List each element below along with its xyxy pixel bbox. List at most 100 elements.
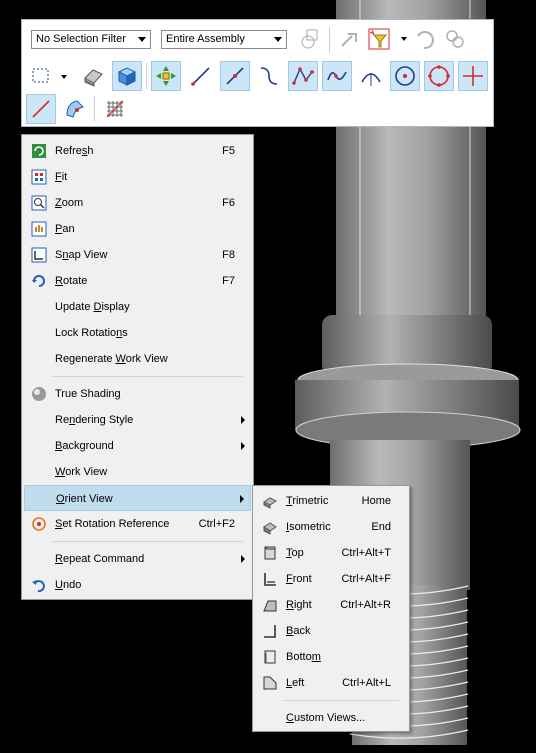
menu-item-snap-view[interactable]: Snap View F8 bbox=[24, 242, 251, 268]
menu-item-shortcut: Ctrl+Alt+L bbox=[342, 677, 391, 689]
circle-center-button[interactable] bbox=[390, 61, 420, 91]
tangent-line-button[interactable] bbox=[26, 94, 56, 124]
move-point-icon bbox=[156, 66, 176, 86]
chevron-down-icon[interactable] bbox=[61, 75, 67, 79]
spline-button[interactable] bbox=[322, 61, 352, 91]
menu-item-trimetric[interactable]: Trimetric Home bbox=[255, 488, 407, 514]
spline-points-icon bbox=[292, 67, 314, 85]
menu-item-front[interactable]: Front Ctrl+Alt+F bbox=[255, 566, 407, 592]
menu-item-label: Front bbox=[286, 573, 312, 585]
line-segment-icon bbox=[226, 67, 244, 85]
menu-item-label: Pan bbox=[55, 223, 75, 235]
circle-points-button[interactable] bbox=[424, 61, 454, 91]
menu-item-label: Isometric bbox=[286, 521, 331, 533]
menu-item-set-rotation-reference[interactable]: Set Rotation Reference Ctrl+F2 bbox=[24, 511, 251, 537]
cursor-snap-icon[interactable] bbox=[336, 26, 362, 52]
undo-icon bbox=[32, 580, 45, 593]
menu-item-pan[interactable]: Pan bbox=[24, 216, 251, 242]
selection-filter-dropdown[interactable]: No Selection Filter bbox=[31, 30, 151, 49]
grid-snap-button[interactable] bbox=[100, 94, 130, 124]
bottom-view-icon bbox=[264, 650, 276, 664]
menu-item-update-display[interactable]: Update Display bbox=[24, 294, 251, 320]
menu-item-label: Repeat Command bbox=[55, 553, 145, 565]
face-point-button[interactable] bbox=[60, 94, 90, 124]
menu-separator bbox=[52, 376, 243, 377]
select-bodies-icon[interactable] bbox=[297, 26, 323, 52]
scope-filter-dropdown[interactable]: Entire Assembly bbox=[161, 30, 287, 49]
menu-item-regenerate-work-view[interactable]: Regenerate Work View bbox=[24, 346, 251, 372]
fit-icon bbox=[31, 169, 47, 185]
menu-item-refresh[interactable]: Refresh F5 bbox=[24, 138, 251, 164]
menu-item-label: Top bbox=[286, 547, 304, 559]
menu-item-label: Rotate bbox=[55, 275, 88, 287]
menu-item-background[interactable]: Background bbox=[24, 433, 251, 459]
menu-item-shortcut: Ctrl+Alt+F bbox=[341, 573, 391, 585]
menu-item-label: Custom Views... bbox=[286, 712, 366, 724]
menu-item-shortcut: Ctrl+Alt+T bbox=[341, 547, 391, 559]
menu-item-shortcut: Ctrl+F2 bbox=[198, 518, 235, 530]
menu-separator bbox=[52, 541, 243, 542]
menu-item-shortcut: End bbox=[371, 521, 391, 533]
rectangle-select-button[interactable] bbox=[26, 61, 56, 91]
toolbar-separator bbox=[146, 63, 147, 89]
menu-item-shortcut: Home bbox=[361, 495, 391, 507]
true-shading-icon bbox=[32, 387, 46, 401]
undo-selection-icon[interactable] bbox=[412, 26, 438, 52]
line-button[interactable] bbox=[186, 61, 216, 91]
submenu-arrow-icon bbox=[241, 416, 245, 424]
menu-item-shortcut: Ctrl+Alt+R bbox=[340, 599, 391, 611]
menu-item-top[interactable]: Top Ctrl+Alt+T bbox=[255, 540, 407, 566]
menu-item-back[interactable]: Back bbox=[255, 618, 407, 644]
menu-item-true-shading[interactable]: True Shading bbox=[24, 381, 251, 407]
menu-item-label: Update Display bbox=[55, 301, 130, 313]
shaded-cube-button[interactable] bbox=[112, 61, 142, 91]
rotate-icon bbox=[32, 275, 45, 287]
menu-item-rotate[interactable]: Rotate F7 bbox=[24, 268, 251, 294]
chevron-down-icon[interactable] bbox=[401, 37, 407, 41]
quick-pick-icon[interactable] bbox=[442, 26, 468, 52]
menu-item-label: Snap View bbox=[55, 249, 108, 261]
solid-box-button[interactable] bbox=[78, 61, 108, 91]
menu-item-right[interactable]: Right Ctrl+Alt+R bbox=[255, 592, 407, 618]
line-segment-button[interactable] bbox=[220, 61, 250, 91]
menu-item-left[interactable]: Left Ctrl+Alt+L bbox=[255, 670, 407, 696]
menu-item-rendering-style[interactable]: Rendering Style bbox=[24, 407, 251, 433]
trimetric-icon bbox=[263, 497, 277, 509]
menu-item-zoom[interactable]: Zoom F6 bbox=[24, 190, 251, 216]
menu-item-fit[interactable]: Fit bbox=[24, 164, 251, 190]
shaded-cube-icon bbox=[117, 67, 137, 86]
menu-item-lock-rotations[interactable]: Lock Rotations bbox=[24, 320, 251, 346]
menu-item-work-view[interactable]: Work View bbox=[24, 459, 251, 485]
face-point-icon bbox=[66, 100, 84, 118]
toolbar-separator bbox=[94, 96, 95, 122]
left-view-icon bbox=[263, 676, 277, 690]
menu-item-shortcut: F6 bbox=[222, 197, 235, 209]
menu-item-repeat-command[interactable]: Repeat Command bbox=[24, 546, 251, 572]
menu-item-label: Rendering Style bbox=[55, 414, 134, 426]
zoom-icon bbox=[31, 195, 47, 211]
filter-funnel-icon[interactable] bbox=[366, 26, 392, 52]
curve-button[interactable] bbox=[254, 61, 284, 91]
menu-item-label: Regenerate Work View bbox=[55, 353, 168, 365]
menu-item-label: Trimetric bbox=[286, 495, 329, 507]
toolbar-separator bbox=[329, 27, 330, 53]
menu-item-bottom[interactable]: Bottom bbox=[255, 644, 407, 670]
line-icon bbox=[191, 67, 210, 86]
menu-item-undo[interactable]: Undo bbox=[24, 572, 251, 598]
chevron-down-icon bbox=[274, 37, 282, 42]
tangent-line-icon bbox=[32, 100, 50, 118]
curve-icon bbox=[260, 67, 278, 85]
rotation-reference-icon bbox=[32, 517, 46, 531]
menu-item-label: Work View bbox=[55, 466, 108, 478]
crosshair-button[interactable] bbox=[458, 61, 488, 91]
submenu-arrow-icon bbox=[241, 555, 245, 563]
submenu-arrow-icon bbox=[240, 495, 244, 503]
menu-item-isometric[interactable]: Isometric End bbox=[255, 514, 407, 540]
menu-item-orient-view[interactable]: Orient View bbox=[24, 485, 251, 511]
arc-button[interactable] bbox=[356, 61, 386, 91]
menu-item-custom-views[interactable]: Custom Views... bbox=[255, 705, 407, 731]
spline-points-button[interactable] bbox=[288, 61, 318, 91]
orient-view-submenu: Trimetric Home Isometric End Top Ctrl+Alt+T Fr… bbox=[252, 485, 410, 732]
refresh-icon bbox=[32, 144, 46, 158]
move-point-button[interactable] bbox=[151, 61, 181, 91]
